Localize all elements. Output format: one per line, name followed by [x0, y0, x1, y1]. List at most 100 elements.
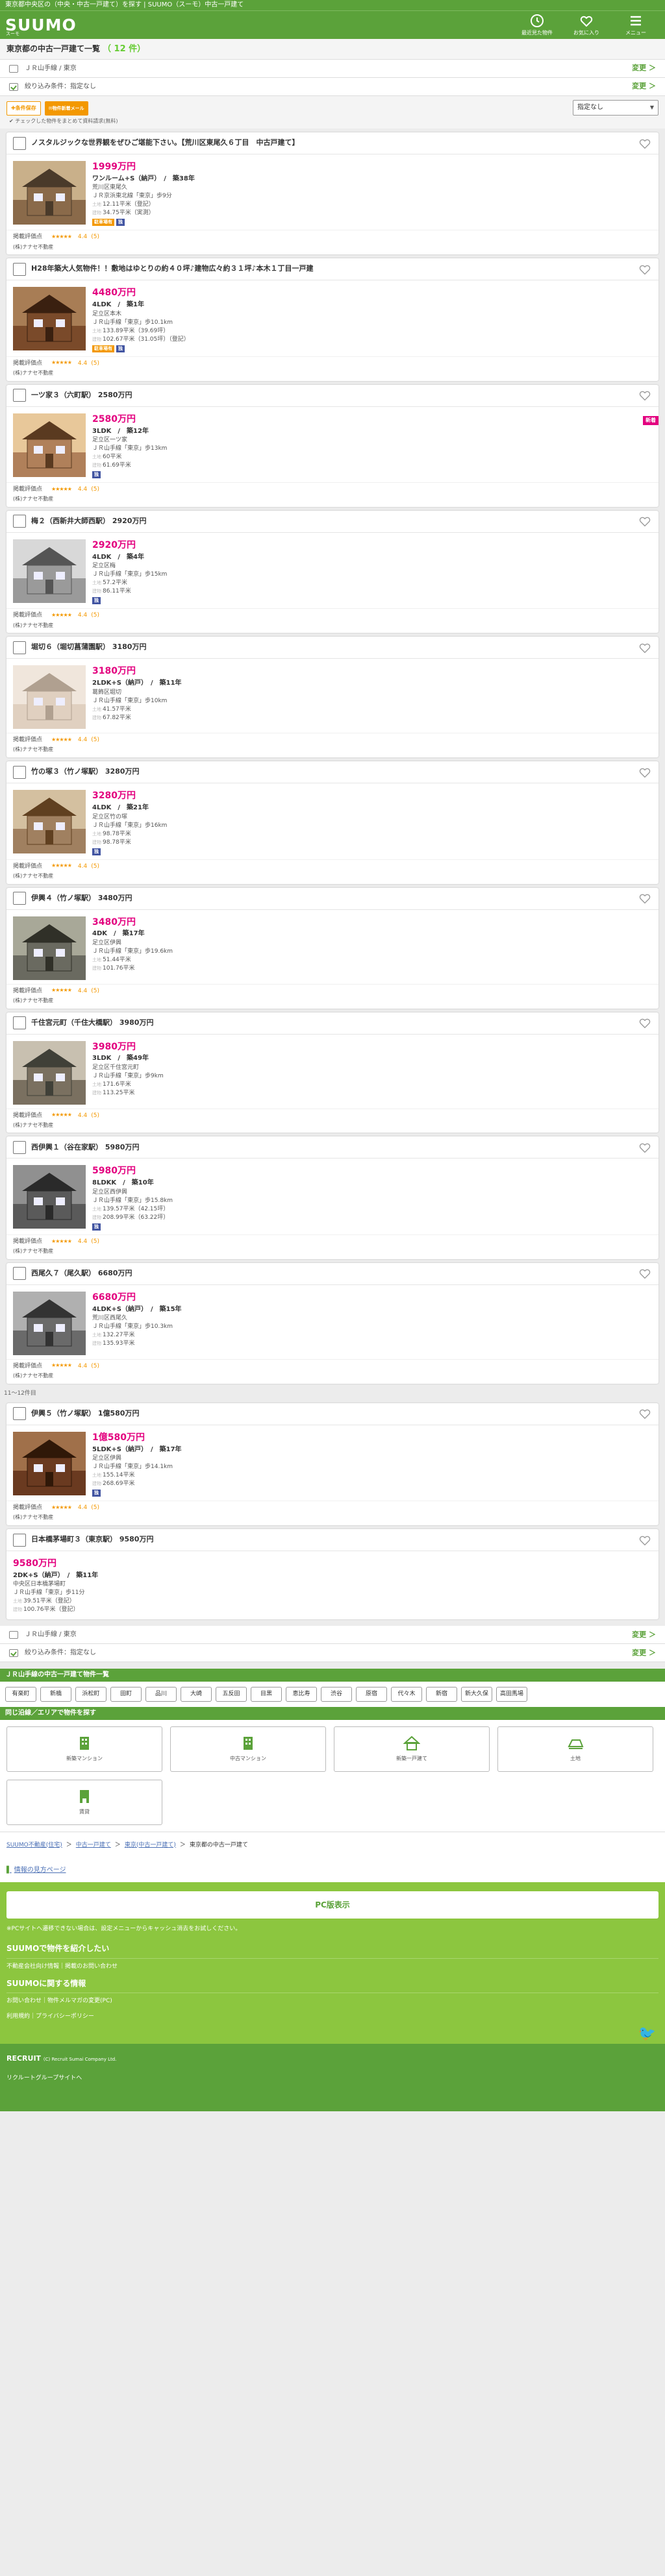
select-checkbox[interactable] [13, 136, 26, 150]
property-title[interactable]: H28年築大人気物件！！敷地はゆとりの約４０坪♪建物広々約３１坪♪本木１丁目一戸… [31, 264, 314, 274]
favorite-heart-icon[interactable] [638, 765, 652, 779]
sort-select[interactable]: 指定なし [573, 100, 659, 116]
photo-frame[interactable] [13, 539, 86, 603]
station-link[interactable]: 新橋 [40, 1687, 71, 1702]
favorite-heart-icon[interactable] [638, 136, 652, 151]
property-title[interactable]: 千住宮元町（千住大橋駅） 3980万円 [31, 1018, 153, 1028]
property-card[interactable]: 日本橋茅場町３（東京駅） 9580万円 9580万円 2DK+S（納戸） / 築11… [6, 1529, 659, 1620]
favorite-heart-icon[interactable] [638, 641, 652, 655]
photo-frame[interactable] [13, 1431, 86, 1495]
select-checkbox[interactable] [13, 765, 26, 779]
property-title[interactable]: 竹の塚３（竹ノ塚駅） 3280万円 [31, 767, 139, 777]
photo-frame[interactable] [13, 1040, 86, 1105]
category-button[interactable]: 中古マンション [170, 1726, 326, 1772]
select-checkbox[interactable] [13, 1533, 26, 1547]
category-button[interactable]: 賃貸 [6, 1779, 162, 1825]
select-checkbox[interactable] [13, 389, 26, 402]
property-title[interactable]: 日本橋茅場町３（東京駅） 9580万円 [31, 1535, 153, 1545]
select-checkbox[interactable] [13, 1407, 26, 1421]
favorite-heart-icon[interactable] [638, 262, 652, 276]
property-card[interactable]: 梅２（西新井大師西駅） 2920万円 2920万円 4LDK / 築4年 足立区梅 ＪＲ… [6, 510, 659, 633]
property-title[interactable]: 梅２（西新井大師西駅） 2920万円 [31, 517, 146, 526]
property-card[interactable]: 竹の塚３（竹ノ塚駅） 3280万円 3280万円 4LDK / 築21年 足立区竹の塚… [6, 761, 659, 884]
station-link[interactable]: 高田馬場 [496, 1687, 527, 1702]
property-card[interactable]: 堀切６（堀切菖蒲園駅） 3180万円 3180万円 2LDK+S（納戸） / 築11… [6, 637, 659, 758]
property-card[interactable]: H28年築大人気物件！！敷地はゆとりの約４０坪♪建物広々約３１坪♪本木１丁目一戸… [6, 258, 659, 381]
property-title[interactable]: ノスタルジックな世界観をぜひご堪能下さい。【荒川区東尾久６丁目 中古戸建て】 [31, 138, 299, 148]
station-link[interactable]: 渋谷 [321, 1687, 352, 1702]
terms-link[interactable]: 利用規約｜プライバシーポリシー [6, 2009, 659, 2044]
photo-frame[interactable] [13, 665, 86, 730]
property-title[interactable]: 伊興４（竹ノ塚駅） 3480万円 [31, 894, 132, 903]
breadcrumb-item[interactable]: 東京(中古一戸建て) [125, 1841, 176, 1849]
recruit-logo[interactable]: RECRUIT (C) Recruit Sumai Company Ltd. [6, 2054, 659, 2064]
station-link[interactable]: 新宿 [426, 1687, 457, 1702]
contact-link[interactable]: お問い合わせ｜物件メルマガの変更(PC) [6, 1993, 659, 2009]
property-title[interactable]: 堀切６（堀切菖蒲園駅） 3180万円 [31, 643, 146, 652]
condition-route-bottom[interactable]: ＪＲ山手線 / 東京 変更 ＞ [0, 1626, 665, 1645]
select-checkbox[interactable] [13, 262, 26, 276]
favorite-heart-icon[interactable] [638, 1533, 652, 1547]
station-link[interactable]: 五反田 [216, 1687, 247, 1702]
category-button[interactable]: 土地 [497, 1726, 653, 1772]
property-card[interactable]: 伊興４（竹ノ塚駅） 3480万円 3480万円 4DK / 築17年 足立区伊興 ＪＲ山… [6, 887, 659, 1009]
breadcrumb-item[interactable]: 中古一戸建て [76, 1841, 111, 1849]
favorite-heart-icon[interactable] [638, 388, 652, 402]
station-link[interactable]: 代々木 [391, 1687, 422, 1702]
select-checkbox[interactable] [13, 1267, 26, 1281]
property-card[interactable]: ノスタルジックな世界観をぜひご堪能下さい。【荒川区東尾久６丁目 中古戸建て】 19… [6, 132, 659, 255]
favorite-button[interactable]: お気に入り [568, 13, 605, 37]
station-link[interactable]: 大崎 [181, 1687, 212, 1702]
select-checkbox[interactable] [13, 1016, 26, 1030]
select-checkbox[interactable] [13, 892, 26, 905]
favorite-heart-icon[interactable] [638, 514, 652, 528]
select-checkbox[interactable] [13, 515, 26, 528]
photo-frame[interactable] [13, 287, 86, 351]
change-filter-link[interactable]: 変更 ＞ [632, 82, 656, 92]
property-card[interactable]: 千住宮元町（千住大橋駅） 3980万円 3980万円 3LDK / 築49年 足立区千… [6, 1012, 659, 1133]
save-condition-button[interactable]: ✚ 条件保存 [6, 101, 41, 116]
photo-frame[interactable] [13, 1165, 86, 1229]
station-link[interactable]: 浜松町 [75, 1687, 107, 1702]
history-button[interactable]: 最近見た物件 [518, 13, 556, 37]
favorite-heart-icon[interactable] [638, 1140, 652, 1155]
new-mail-button[interactable]: ✉ 物件新着メール [44, 101, 88, 116]
select-checkbox[interactable] [13, 641, 26, 654]
favorite-heart-icon[interactable] [638, 1406, 652, 1421]
favorite-heart-icon[interactable] [638, 1016, 652, 1030]
station-link[interactable]: 田町 [110, 1687, 142, 1702]
property-title[interactable]: 西尾久７（尾久駅） 6680万円 [31, 1269, 132, 1279]
station-link[interactable]: 目黒 [251, 1687, 282, 1702]
menu-button[interactable]: メニュー [617, 13, 655, 37]
category-button[interactable]: 新築一戸建て [334, 1726, 490, 1772]
station-link[interactable]: 原宿 [356, 1687, 387, 1702]
photo-frame[interactable] [13, 413, 86, 477]
photo-frame[interactable] [13, 1291, 86, 1355]
favorite-heart-icon[interactable] [638, 891, 652, 905]
property-title[interactable]: 伊興５（竹ノ塚駅） 1億580万円 [31, 1409, 139, 1419]
change-filter-link[interactable]: 変更 ＞ [632, 1649, 656, 1658]
property-title[interactable]: 西伊興１（谷在家駅） 5980万円 [31, 1143, 139, 1153]
condition-filter-bottom[interactable]: 絞り込み条件：指定なし 変更 ＞ [0, 1644, 665, 1663]
property-title[interactable]: 一ツ家３（六町駅） 2580万円 [31, 391, 132, 400]
group-site-link[interactable]: リクルートグループサイトへ [6, 2074, 659, 2082]
photo-frame[interactable] [13, 790, 86, 854]
agent-info-link[interactable]: 不動産会社向け情報｜掲載のお問い合わせ [6, 1959, 659, 1974]
change-route-link[interactable]: 変更 ＞ [632, 64, 656, 73]
logo[interactable]: SUUMO スーモ [5, 14, 77, 36]
breadcrumb-item[interactable]: SUUMO不動産(住宅) [6, 1841, 62, 1849]
station-link[interactable]: 品川 [145, 1687, 177, 1702]
select-checkbox[interactable] [13, 1140, 26, 1154]
photo-frame[interactable] [13, 161, 86, 225]
condition-filter[interactable]: 絞り込み条件：指定なし 変更 ＞ [0, 78, 665, 96]
pc-view-button[interactable]: PC版表示 [6, 1891, 659, 1919]
category-button[interactable]: 新築マンション [6, 1726, 162, 1772]
condition-route[interactable]: ＪＲ山手線 / 東京 変更 ＞ [0, 60, 665, 78]
property-card[interactable]: 伊興５（竹ノ塚駅） 1億580万円 1億580万円 5LDK+S（納戸） / 築17… [6, 1403, 659, 1526]
station-link[interactable]: 新大久保 [461, 1687, 492, 1702]
favorite-heart-icon[interactable] [638, 1266, 652, 1281]
property-card[interactable]: 西尾久７（尾久駅） 6680万円 6680万円 4LDK+S（納戸） / 築15年荒… [6, 1262, 659, 1384]
change-route-link[interactable]: 変更 ＞ [632, 1630, 656, 1640]
photo-frame[interactable] [13, 916, 86, 980]
station-link[interactable]: 有楽町 [5, 1687, 36, 1702]
